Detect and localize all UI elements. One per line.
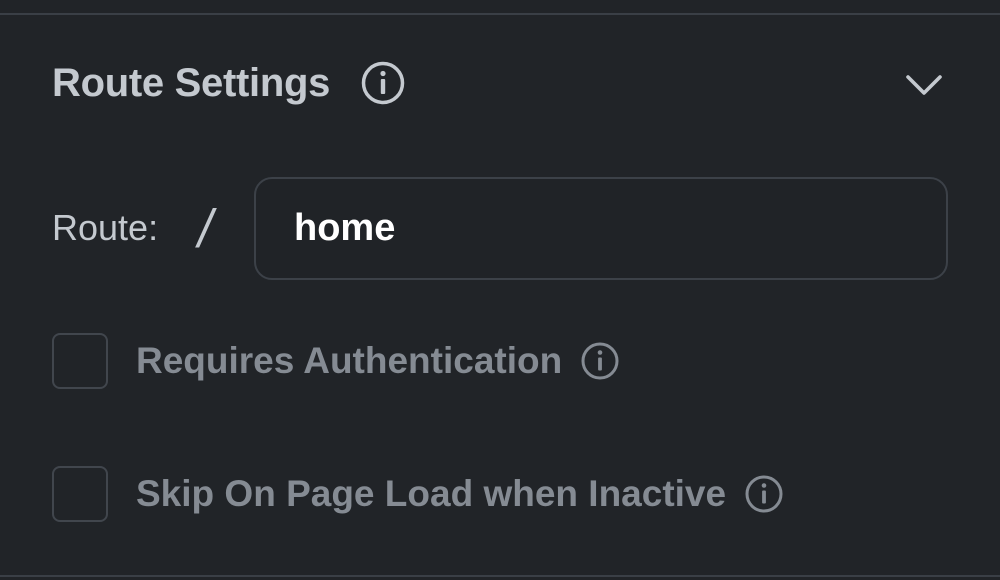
skip-on-page-load-label: Skip On Page Load when Inactive: [136, 473, 727, 514]
route-settings-panel: Route Settings Route: / Requires Authent…: [0, 15, 1000, 575]
requires-authentication-label: Requires Authentication: [136, 340, 563, 381]
skip-on-page-load-checkbox[interactable]: [52, 466, 108, 522]
route-label: Route:: [52, 207, 159, 248]
info-circle-icon[interactable]: [744, 474, 784, 514]
route-prefix: /: [194, 199, 219, 255]
route-input[interactable]: [254, 177, 948, 280]
requires-authentication-checkbox[interactable]: [52, 333, 108, 389]
option-requires-authentication[interactable]: Requires Authentication: [52, 330, 620, 392]
section-title: Route Settings: [52, 60, 331, 105]
chevron-down-icon[interactable]: [902, 63, 946, 107]
option-skip-on-page-load[interactable]: Skip On Page Load when Inactive: [52, 463, 784, 525]
info-circle-icon[interactable]: [360, 60, 406, 106]
section-header[interactable]: Route Settings: [52, 55, 948, 111]
panel-bottom-divider: [0, 575, 1000, 577]
info-circle-icon[interactable]: [580, 341, 620, 381]
route-row: Route: /: [52, 177, 950, 281]
